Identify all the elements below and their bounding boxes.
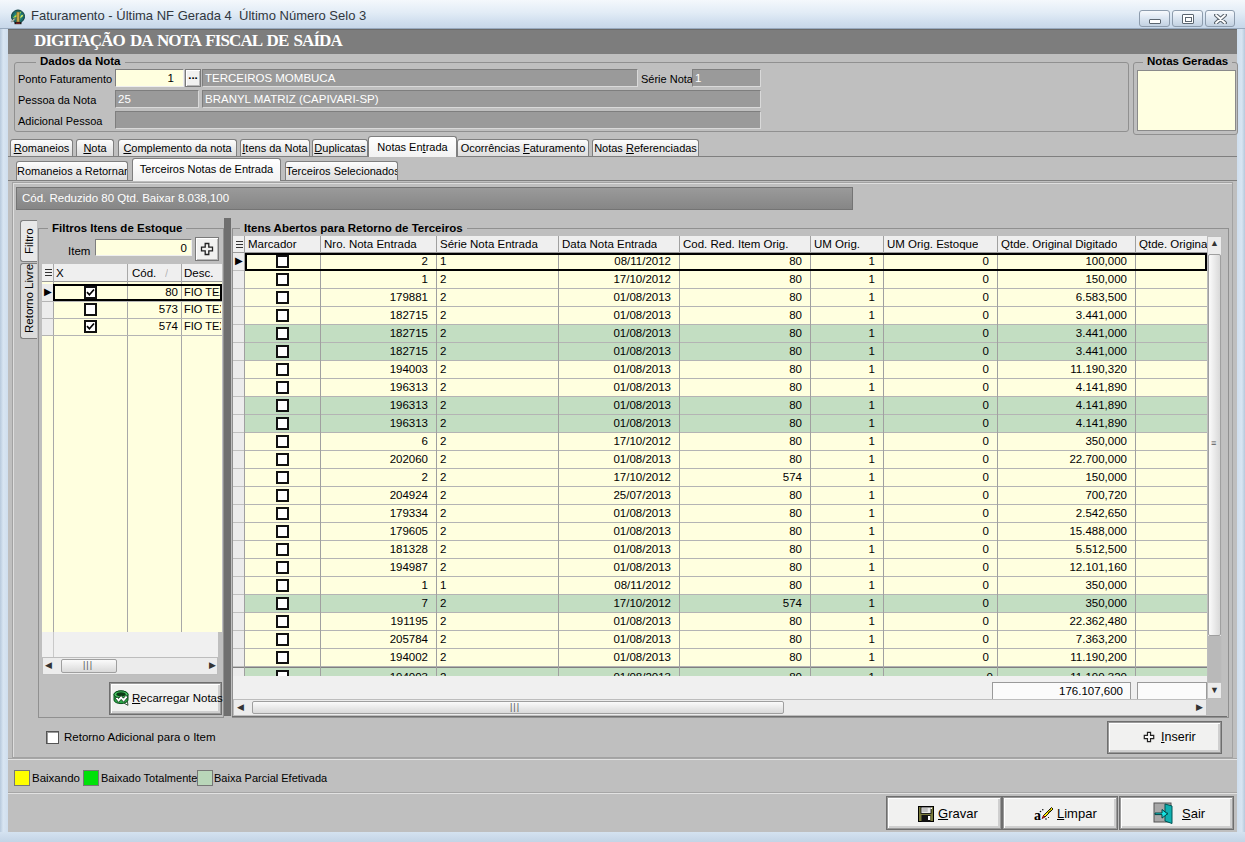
svg-text:a: a <box>1034 808 1041 823</box>
